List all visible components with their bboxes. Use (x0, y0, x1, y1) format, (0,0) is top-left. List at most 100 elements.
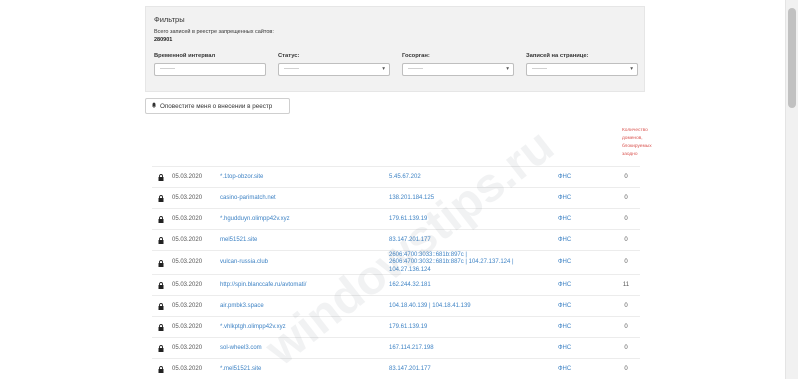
domain-link[interactable]: *.hgudduyn.olimpp42v.xyz (220, 216, 290, 222)
domain-link[interactable]: casino-parimatch.net (220, 195, 276, 201)
ip-address-cell: 5.45.67.202 (389, 174, 421, 182)
ip-address-cell: 179.61.139.19 (389, 216, 427, 224)
lock-icon (158, 259, 164, 267)
ip-address-link[interactable]: 179.61.139.19 (389, 216, 427, 224)
ip-address-link[interactable]: 138.201.184.125 (389, 195, 434, 203)
table-row: 05.03.2020 casino-parimatch.net 138.201.18… (152, 187, 640, 209)
entry-date: 05.03.2020 (172, 302, 203, 309)
domain-link[interactable]: *.vhlkptgh.olimpp42v.xyz (220, 324, 286, 330)
domain-link[interactable]: mel51521.site (220, 237, 257, 243)
lock-icon (158, 174, 164, 181)
table-row: 05.03.2020 *.1top-obzor.site 5.45.67.202 ФН… (152, 166, 640, 188)
ip-address-link[interactable]: 179.61.139.19 (389, 324, 427, 332)
entry-date: 05.03.2020 (172, 259, 203, 265)
entry-date: 05.03.2020 (172, 173, 203, 180)
ip-address-link[interactable]: 83.147.201.177 (389, 366, 431, 374)
entry-date: 05.03.2020 (172, 194, 203, 201)
lock-icon (158, 345, 164, 352)
domain-link[interactable]: sol-wheel3.com (220, 345, 262, 351)
blocked-count: 0 (624, 259, 628, 265)
scrollbar-thumb[interactable] (788, 8, 796, 108)
table-row: 05.03.2020 air.pmbk3.space 104.18.40.139 |… (152, 295, 640, 317)
gov-body-link[interactable]: ФНС (558, 345, 571, 351)
gov-body-link[interactable]: ФНС (558, 237, 571, 243)
entry-date: 05.03.2020 (172, 344, 203, 351)
blocked-count: 0 (624, 194, 628, 201)
domain-link[interactable]: vulcan-russia.club (220, 259, 268, 265)
filters-panel: Фильтры Всего записей в реестре запрещен… (145, 6, 645, 92)
lock-icon (158, 237, 164, 244)
blocked-count: 0 (624, 236, 628, 243)
table-row: 05.03.2020 sol-wheel3.com 167.114.217.198 Ф… (152, 337, 640, 359)
table-row: 05.03.2020 http://spin.blanccafe.ru/avtom… (152, 274, 640, 296)
lock-icon (158, 195, 164, 202)
table-row: 05.03.2020 *.mel51521.site 83.147.201.177 Ф… (152, 358, 640, 380)
table-row: 05.03.2020 *.vhlkptgh.olimpp42v.xyz 179.61… (152, 316, 640, 338)
blocked-count: 0 (624, 173, 628, 180)
ip-address-cell: 2606:4700:3033::681b:897c | 2606:4700:303… (389, 252, 514, 275)
notify-me-label: Оповестите меня о внесении в реестр (160, 102, 273, 110)
ip-address-link[interactable]: 2606:4700:3033::681b:897c | (389, 252, 514, 260)
entry-date: 05.03.2020 (172, 281, 203, 288)
blocked-count: 0 (624, 215, 628, 222)
blocked-count: 0 (624, 302, 628, 309)
status-placeholder: ——— (284, 66, 299, 72)
ip-address-cell: 162.244.32.181 (389, 282, 431, 290)
bell-icon (151, 102, 157, 108)
time-interval-placeholder: ——— (160, 66, 175, 72)
gov-body-placeholder: ——— (408, 66, 423, 72)
ip-address-cell: 167.114.217.198 (389, 345, 434, 353)
blocked-count: 0 (624, 344, 628, 351)
ip-address-link[interactable]: 83.147.201.177 (389, 237, 431, 245)
ip-address-cell: 138.201.184.125 (389, 195, 434, 203)
gov-body-select[interactable]: ——— ▾ (402, 63, 514, 76)
per-page-label: Записей на странице: (526, 53, 589, 59)
entry-date: 05.03.2020 (172, 236, 203, 243)
ip-address-cell: 104.18.40.139 | 104.18.41.139 (389, 303, 471, 311)
ip-address-link[interactable]: 162.244.32.181 (389, 282, 431, 290)
gov-body-link[interactable]: ФНС (558, 303, 571, 309)
per-page-placeholder: ——— (532, 66, 547, 72)
chevron-down-icon: ▾ (506, 66, 509, 72)
ip-address-link[interactable]: 167.114.217.198 (389, 345, 434, 353)
gov-body-label: Госорган: (402, 53, 430, 59)
ip-address-link[interactable]: 5.45.67.202 (389, 174, 421, 182)
vertical-scrollbar[interactable] (785, 0, 798, 379)
chevron-down-icon: ▾ (630, 66, 633, 72)
ip-address-link[interactable]: 104.18.40.139 | 104.18.41.139 (389, 303, 471, 311)
gov-body-link[interactable]: ФНС (558, 259, 571, 265)
status-label: Статус: (278, 53, 300, 59)
lock-icon (158, 282, 164, 289)
time-interval-label: Временной интервал (154, 53, 216, 59)
gov-body-link[interactable]: ФНС (558, 174, 571, 180)
blocked-count: 0 (624, 323, 628, 330)
domain-link[interactable]: air.pmbk3.space (220, 303, 264, 309)
table-row: 05.03.2020 vulcan-russia.club 2606:4700:30… (152, 250, 640, 275)
lock-icon (158, 366, 164, 373)
chevron-down-icon: ▾ (382, 66, 385, 72)
blocked-count: 11 (622, 281, 630, 288)
domain-link[interactable]: *.1top-obzor.site (220, 174, 263, 180)
entry-date: 05.03.2020 (172, 365, 203, 372)
blocked-count: 0 (624, 365, 628, 372)
entry-date: 05.03.2020 (172, 215, 203, 222)
table-row: 05.03.2020 *.hgudduyn.olimpp42v.xyz 179.61… (152, 208, 640, 230)
gov-body-link[interactable]: ФНС (558, 195, 571, 201)
blocked-domains-count-header: Количество доменов, блокируемых заодно (622, 128, 652, 157)
ip-address-cell: 83.147.201.177 (389, 237, 431, 245)
ip-address-cell: 179.61.139.19 (389, 324, 427, 332)
gov-body-link[interactable]: ФНС (558, 324, 571, 330)
gov-body-link[interactable]: ФНС (558, 366, 571, 372)
domain-link[interactable]: *.mel51521.site (220, 366, 261, 372)
filters-title: Фильтры (154, 15, 185, 24)
per-page-select[interactable]: ——— ▾ (526, 63, 638, 76)
time-interval-input[interactable]: ——— (154, 63, 266, 76)
status-select[interactable]: ——— ▾ (278, 63, 390, 76)
gov-body-link[interactable]: ФНС (558, 282, 571, 288)
total-records-value: 280901 (154, 37, 173, 43)
lock-icon (158, 324, 164, 331)
domain-link[interactable]: http://spin.blanccafe.ru/avtomati/ (220, 282, 306, 288)
notify-me-button[interactable]: Оповестите меня о внесении в реестр (145, 98, 290, 114)
gov-body-link[interactable]: ФНС (558, 216, 571, 222)
ip-address-link[interactable]: 2606:4700:3032::681b:887c | 104.27.137.1… (389, 259, 514, 267)
